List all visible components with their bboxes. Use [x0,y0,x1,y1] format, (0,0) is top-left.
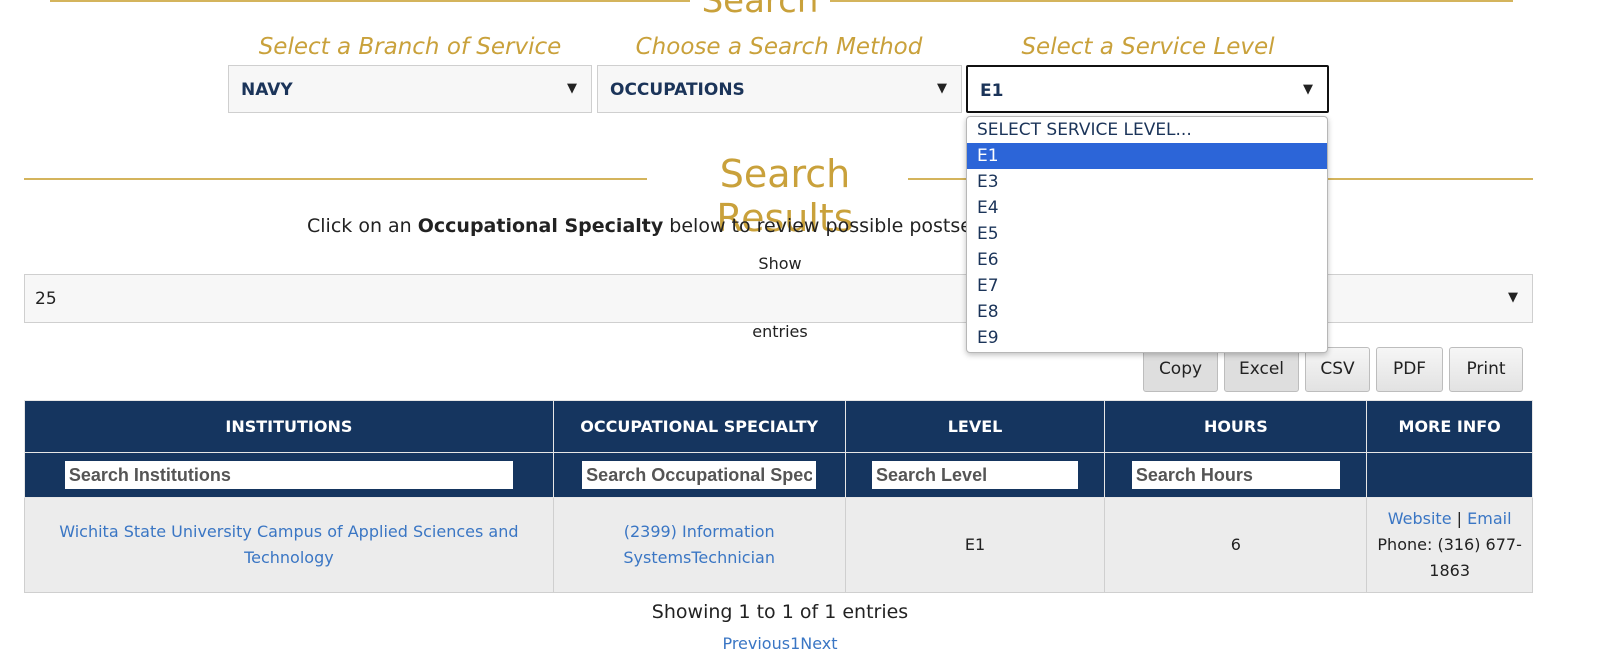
results-rule-left [24,178,647,180]
branch-label: Select a Branch of Service [258,34,562,60]
chevron-down-icon: ▼ [937,81,947,96]
filter-cell-empty [1366,452,1533,498]
level-option[interactable]: E6 [967,247,1327,273]
method-select-value: OCCUPATIONS [610,80,745,100]
level-option[interactable]: E7 [967,273,1327,299]
col-header-occupational-specialty[interactable]: OCCUPATIONAL SPECIALTY [552,400,846,453]
level-option[interactable]: E8 [967,299,1327,325]
level-option[interactable]: E3 [967,169,1327,195]
next-page-link[interactable]: Next [800,634,837,653]
col-header-hours[interactable]: HOURS [1104,400,1368,453]
website-link[interactable]: Website [1388,509,1452,528]
branch-select-value: NAVY [241,80,293,100]
search-specialty-input[interactable] [582,461,817,489]
service-level-dropdown: SELECT SERVICE LEVEL... E1 E3 E4 E5 E6 E… [966,116,1328,353]
branch-select[interactable]: NAVY ▼ [228,65,592,113]
filter-cell [552,452,846,498]
level-label: Select a Service Level [1021,34,1275,60]
level-option[interactable]: E9 [967,325,1327,351]
search-level-input[interactable] [872,461,1079,489]
search-rule-right [830,0,1513,2]
table-row: Wichita State University Campus of Appli… [24,497,1533,593]
level-option[interactable]: SELECT SERVICE LEVEL... [967,117,1327,143]
method-label: Choose a Search Method [635,34,923,60]
specialty-cell: (2399) Information SystemsTechnician [552,497,846,593]
col-header-more-info: MORE INFO [1366,400,1533,453]
filter-cell [844,452,1106,498]
chevron-down-icon: ▼ [1303,82,1313,97]
print-button[interactable]: Print [1449,347,1523,392]
chevron-down-icon: ▼ [1508,290,1518,305]
specialty-link[interactable]: (2399) Information SystemsTechnician [623,522,775,567]
filter-cell [1104,452,1368,498]
entries-length-value: 25 [35,289,57,309]
method-select[interactable]: OCCUPATIONS ▼ [597,65,962,113]
level-option[interactable]: E5 [967,221,1327,247]
intro-bold: Occupational Specialty [417,215,664,237]
level-option[interactable]: E4 [967,195,1327,221]
chevron-down-icon: ▼ [567,81,577,96]
csv-button[interactable]: CSV [1305,347,1370,392]
results-table: INSTITUTIONS OCCUPATIONAL SPECIALTY LEVE… [24,400,1533,593]
institution-link[interactable]: Wichita State University Campus of Appli… [59,522,518,567]
pdf-button[interactable]: PDF [1376,347,1443,392]
link-separator: | [1456,509,1463,528]
hours-cell: 6 [1104,497,1368,593]
filter-cell [24,452,554,498]
service-level-select-value: E1 [980,81,1004,101]
search-heading: Search [701,0,819,21]
phone-text-cont: 1863 [1429,561,1470,580]
entries-label: entries [752,322,808,341]
search-institutions-input[interactable] [64,461,513,489]
page-1-link[interactable]: 1 [790,634,800,653]
search-hours-input[interactable] [1131,461,1340,489]
level-cell: E1 [844,497,1106,593]
more-info-cell: Website | Email Phone: (316) 677- 1863 [1366,497,1533,593]
show-label: Show [758,254,802,273]
service-level-select[interactable]: E1 ▼ [966,65,1329,113]
phone-text: Phone: (316) 677- [1377,535,1522,554]
table-info: Showing 1 to 1 of 1 entries [651,601,909,623]
col-header-institutions[interactable]: INSTITUTIONS [24,400,554,453]
institution-cell: Wichita State University Campus of Appli… [24,497,554,593]
level-option-selected[interactable]: E1 [967,143,1327,169]
results-intro: Click on an Occupational Specialty below… [307,215,1074,237]
pagination: Previous1Next [700,634,860,653]
col-header-level[interactable]: LEVEL [844,400,1106,453]
email-link[interactable]: Email [1467,509,1511,528]
copy-button[interactable]: Copy [1143,347,1218,392]
previous-page-link[interactable]: Previous [722,634,790,653]
search-rule-left [50,0,690,2]
excel-button[interactable]: Excel [1224,347,1299,392]
